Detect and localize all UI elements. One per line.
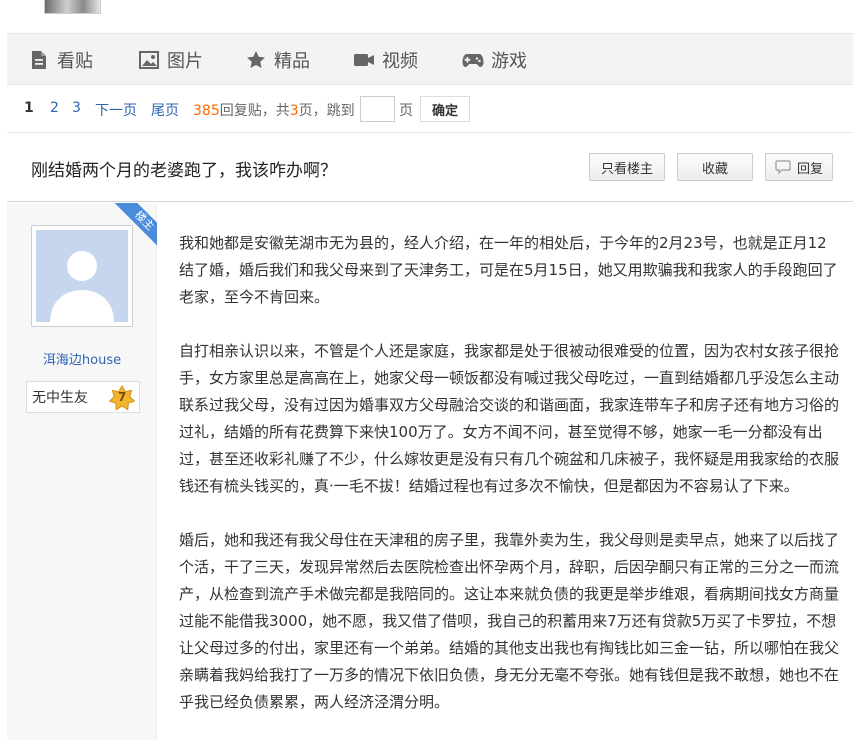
page-unit-label: 页 <box>399 103 413 119</box>
level-number: 7 <box>117 390 127 404</box>
page-link-3[interactable]: 3 <box>72 100 81 116</box>
last-page-link[interactable]: 尾页 <box>151 100 179 120</box>
forum-nav-bar: 看贴 图片 精品 视频 游戏 <box>7 33 853 85</box>
post-paragraph: 我和她都是安徽芜湖市无为县的，经人介绍，在一年的相处后，于今年的2月23号，也就… <box>179 234 838 306</box>
level-star-icon: 7 <box>109 385 135 411</box>
author-sidebar: 楼主 洱海边house 无中生友 7 <box>7 203 157 740</box>
only-op-button[interactable]: 只看楼主 <box>589 153 665 181</box>
favorite-button[interactable]: 收藏 <box>677 153 753 181</box>
nav-tab-posts[interactable]: 看贴 <box>28 49 93 72</box>
speech-bubble-icon <box>775 160 791 174</box>
pagination-bar: 1 2 3 下一页 尾页 385回复贴，共3页，跳到 页 确定 <box>7 86 853 132</box>
level-name: 无中生友 <box>32 390 88 406</box>
thread-title: 刚结婚两个月的老婆跑了，我该咋办啊？ <box>31 161 337 181</box>
nav-tab-label: 图片 <box>167 51 203 72</box>
nav-tab-video[interactable]: 视频 <box>353 49 418 72</box>
next-page-link[interactable]: 下一页 <box>95 100 137 120</box>
reply-button-label: 回复 <box>796 161 823 177</box>
nav-tab-images[interactable]: 图片 <box>138 49 203 72</box>
image-icon <box>138 49 160 71</box>
star-icon <box>245 49 267 71</box>
avatar <box>36 230 128 322</box>
nav-tab-label: 游戏 <box>491 51 527 72</box>
top-strip <box>0 0 853 33</box>
page-link-2[interactable]: 2 <box>50 100 59 116</box>
total-pages: 3 <box>289 103 299 119</box>
jump-label: 页，跳到 <box>298 103 355 119</box>
post-content: 我和她都是安徽芜湖市无为县的，经人介绍，在一年的相处后，于今年的2月23号，也就… <box>179 230 839 740</box>
reply-count: 385 <box>193 103 220 119</box>
post-paragraph: 自打相亲认识以来，不管是个人还是家庭，我家都是处于很被动很难受的位置，因为农村女… <box>179 342 840 495</box>
page-current: 1 <box>24 100 34 116</box>
default-avatar-icon <box>36 230 128 322</box>
nav-tab-label: 精品 <box>274 51 310 72</box>
document-icon <box>28 49 50 71</box>
reply-suffix: 回复贴，共 <box>219 103 290 119</box>
nav-tab-featured[interactable]: 精品 <box>245 49 310 72</box>
author-username[interactable]: 洱海边house <box>7 349 157 368</box>
nav-tab-label: 看贴 <box>57 51 93 72</box>
video-camera-icon <box>353 49 375 71</box>
jump-page-input[interactable] <box>360 96 395 122</box>
nav-tab-games[interactable]: 游戏 <box>462 49 527 72</box>
jump-confirm-button[interactable]: 确定 <box>420 96 470 122</box>
thread-title-bar: 刚结婚两个月的老婆跑了，我该咋办啊？ 只看楼主 收藏 回复 <box>7 132 853 202</box>
post-paragraph: 婚后，她和我还有我父母住在天津租的房子里，我靠外卖为生，我父母则是卖早点，她来了… <box>179 531 840 711</box>
nav-tab-label: 视频 <box>382 51 418 72</box>
forum-banner-thumbnail[interactable] <box>44 0 101 14</box>
author-level-badge[interactable]: 无中生友 7 <box>26 381 140 413</box>
reply-button[interactable]: 回复 <box>765 153 833 181</box>
gamepad-icon <box>462 49 484 71</box>
reply-summary: 385回复贴，共3页，跳到 <box>193 100 355 120</box>
avatar-frame[interactable] <box>31 225 133 327</box>
post-floor: 楼主 洱海边house 无中生友 7 我和她都是安徽芜湖市无为县的，经人介绍，在… <box>7 203 853 740</box>
